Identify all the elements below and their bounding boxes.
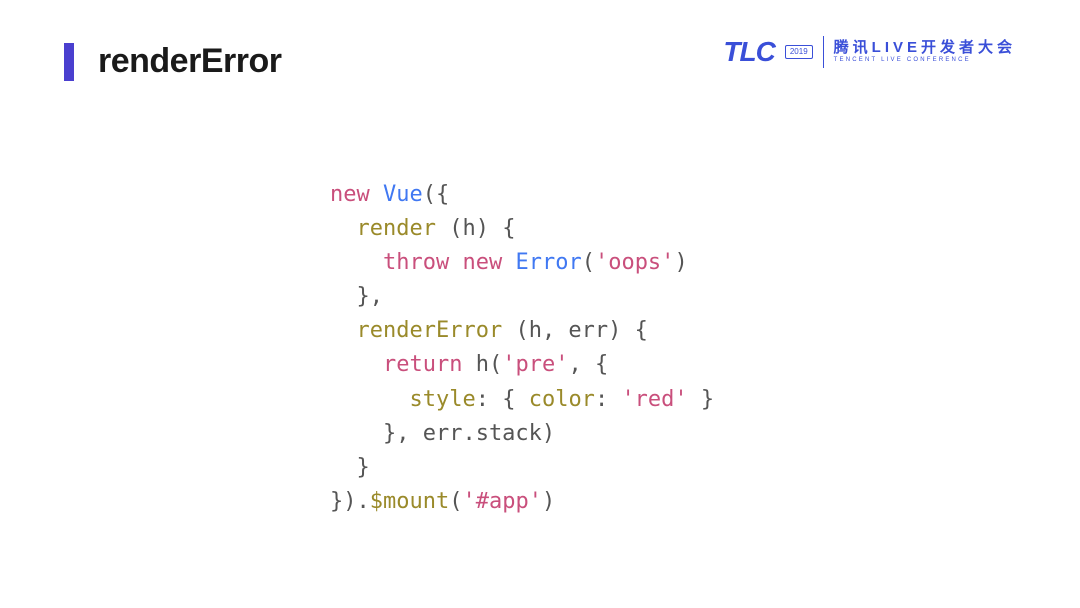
prop-color: color [529,387,595,412]
prop-style: style [409,387,475,412]
title-accent-bar [64,43,74,81]
identifier-vue: Vue [383,182,423,207]
string-app: '#app' [462,489,541,514]
slide-header: renderError [64,42,281,81]
method-mount: $mount [370,489,449,514]
logo-divider [823,36,824,68]
string-pre: 'pre' [502,352,568,377]
string-red: 'red' [621,387,687,412]
keyword-new: new [330,182,370,207]
keyword-return: return [383,352,462,377]
method-rendererror: renderError [357,318,503,343]
conference-logo: TLC 2019 腾讯LIVE开发者大会 TENCENT LIVE CONFER… [723,36,1016,68]
logo-chinese-block: 腾讯LIVE开发者大会 TENCENT LIVE CONFERENCE [834,40,1016,63]
keyword-new2: new [462,250,502,275]
code-snippet: new Vue({ render (h) { throw new Error('… [330,178,714,519]
string-oops: 'oops' [595,250,674,275]
slide-title: renderError [98,42,281,81]
tlc-brand-text: TLC [723,36,774,68]
keyword-throw: throw [383,250,449,275]
method-render: render [357,216,436,241]
logo-chinese-main: 腾讯LIVE开发者大会 [834,40,1016,57]
logo-chinese-sub: TENCENT LIVE CONFERENCE [834,57,1016,64]
identifier-error: Error [515,250,581,275]
tlc-year-badge: 2019 [785,45,813,59]
